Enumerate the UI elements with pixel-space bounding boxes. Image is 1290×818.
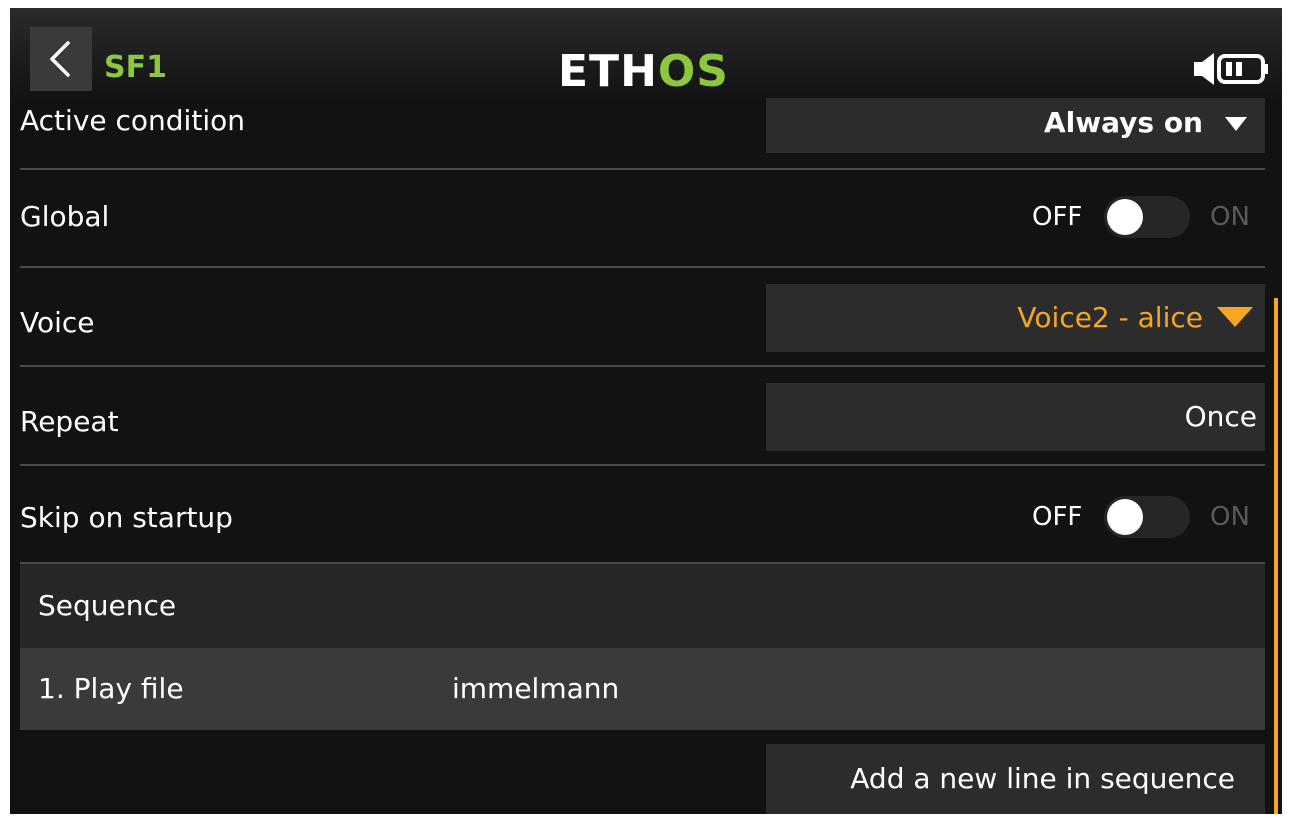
toggle-on-label: ON xyxy=(1210,502,1250,532)
sequence-item[interactable]: 1. Play file immelmann xyxy=(20,648,1265,730)
settings-list: Active condition Always on Global OFF ON xyxy=(10,98,1282,814)
row-active-condition: Active condition Always on xyxy=(10,98,1272,166)
ethos-logo: ETHOS xyxy=(558,48,729,96)
battery-icon xyxy=(1217,54,1268,84)
chevron-left-icon xyxy=(50,41,70,77)
speaker-icon xyxy=(1194,53,1214,85)
voice-value: Voice2 - alice xyxy=(1017,301,1203,334)
sequence-item-action: 1. Play file xyxy=(38,672,184,705)
page-title: SF1 xyxy=(104,50,167,85)
logo-text-accent: OS xyxy=(657,46,729,97)
toggle-track xyxy=(1104,196,1190,238)
dropdown-arrow-icon xyxy=(1225,117,1247,131)
sequence-header: Sequence xyxy=(20,564,1265,648)
toggle-off-label: OFF xyxy=(1032,502,1083,532)
active-condition-label: Active condition xyxy=(20,104,245,137)
active-condition-select[interactable]: Always on xyxy=(766,98,1265,153)
add-sequence-line-button[interactable]: Add a new line in sequence xyxy=(766,744,1265,814)
voice-select[interactable]: Voice2 - alice xyxy=(766,284,1265,352)
voice-label: Voice xyxy=(20,306,95,339)
active-condition-value: Always on xyxy=(1043,106,1203,139)
toggle-knob xyxy=(1107,499,1143,535)
sequence-title: Sequence xyxy=(38,589,177,622)
skip-on-startup-label: Skip on startup xyxy=(20,501,233,534)
header-bar: SF1 ETHOS xyxy=(10,8,1282,108)
toggle-off-label: OFF xyxy=(1032,202,1083,232)
add-sequence-line-label: Add a new line in sequence xyxy=(850,762,1235,795)
screen: SF1 ETHOS Active condition Always on Glo… xyxy=(10,8,1282,814)
toggle-on-label: ON xyxy=(1210,202,1250,232)
row-voice: Voice Voice2 - alice xyxy=(10,268,1272,364)
row-repeat: Repeat Once xyxy=(10,367,1272,463)
row-skip-on-startup: Skip on startup OFF ON xyxy=(10,466,1272,562)
repeat-value: Once xyxy=(1184,400,1257,433)
back-button[interactable] xyxy=(30,27,92,91)
repeat-select[interactable]: Once xyxy=(766,383,1265,451)
repeat-label: Repeat xyxy=(20,405,119,438)
status-icons xyxy=(1194,53,1268,85)
global-label: Global xyxy=(20,200,110,233)
dropdown-arrow-icon xyxy=(1217,307,1253,327)
sequence-item-value: immelmann xyxy=(452,672,620,705)
row-global: Global OFF ON xyxy=(10,170,1272,266)
global-toggle[interactable]: OFF ON xyxy=(1014,196,1254,238)
scrollbar[interactable] xyxy=(1274,298,1278,814)
toggle-track xyxy=(1104,496,1190,538)
skip-on-startup-toggle[interactable]: OFF ON xyxy=(1014,496,1254,538)
toggle-knob xyxy=(1107,199,1143,235)
logo-text-main: ETH xyxy=(558,46,658,97)
